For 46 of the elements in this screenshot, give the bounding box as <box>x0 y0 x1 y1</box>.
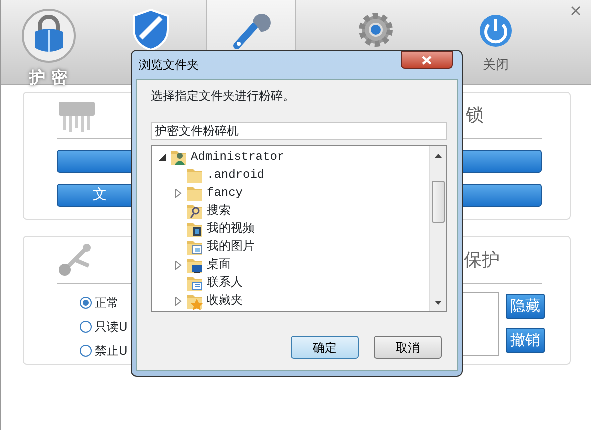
folder-name-field[interactable]: 护密文件粉碎机 <box>151 122 447 140</box>
action-button[interactable]: 撤销 <box>506 328 545 353</box>
tree-item[interactable]: 桌面 <box>207 256 231 274</box>
radio-button[interactable] <box>80 297 92 309</box>
tree-item[interactable]: 我的图片 <box>207 238 255 256</box>
video-folder-icon <box>186 220 204 238</box>
cancel-button[interactable]: 取消 <box>374 336 442 359</box>
panel-heading: 锁 <box>466 104 484 128</box>
tree-item[interactable]: .android <box>207 166 265 184</box>
scroll-up-arrow-icon[interactable] <box>434 152 442 161</box>
radio-button[interactable] <box>80 345 92 357</box>
dialog-title: 浏览文件夹 <box>139 57 199 74</box>
tree-item[interactable]: 联系人 <box>207 274 243 292</box>
scroll-down-arrow-icon[interactable] <box>434 298 442 307</box>
close-icon <box>422 56 432 64</box>
scrollbar[interactable] <box>429 146 446 311</box>
tree-item[interactable]: 搜索 <box>207 202 231 220</box>
tree-item[interactable]: fancy <box>207 184 244 202</box>
radio-button[interactable] <box>80 321 92 333</box>
collapsed-arrow-icon[interactable] <box>174 188 183 198</box>
padlock-logo-icon <box>20 8 76 64</box>
contacts-folder-icon <box>186 274 204 292</box>
shield-icon <box>131 8 171 52</box>
pictures-folder-icon <box>186 238 204 256</box>
dialog-prompt: 选择指定文件夹进行粉碎。 <box>151 88 296 105</box>
scroll-thumb[interactable] <box>432 181 444 223</box>
collapsed-arrow-icon[interactable] <box>174 260 183 270</box>
action-button[interactable]: 隐藏 <box>506 294 545 319</box>
app-logo-text: 护 密 <box>30 67 68 89</box>
collapsed-arrow-icon[interactable] <box>174 296 183 306</box>
desktop-folder-icon <box>186 256 204 274</box>
radio-label: 只读U <box>95 319 128 336</box>
search-folder-icon <box>186 202 204 220</box>
radio-label: 正常 <box>95 295 119 312</box>
tree-item[interactable]: Administrator <box>191 148 285 166</box>
user-folder-icon <box>170 148 188 166</box>
tree-item[interactable]: 收藏夹 <box>207 292 243 310</box>
expanded-arrow-icon[interactable] <box>158 152 167 162</box>
folder-icon <box>186 166 204 184</box>
favorites-folder-icon <box>186 292 204 310</box>
close-button[interactable] <box>401 51 453 69</box>
panel-heading: 保护 <box>464 248 500 272</box>
folder-icon <box>186 184 204 202</box>
radio-label: 禁止U <box>95 343 128 360</box>
ok-button[interactable]: 确定 <box>291 336 359 359</box>
tree-item[interactable]: 我的视频 <box>207 220 255 238</box>
